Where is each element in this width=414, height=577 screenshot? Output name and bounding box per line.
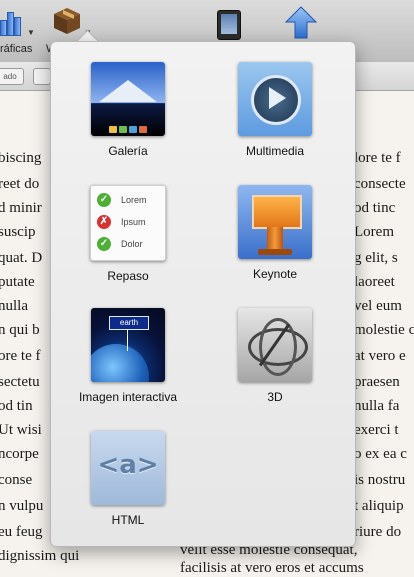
document-line-right: vel eum [354,298,402,314]
multimedia-icon [238,62,312,136]
html-code-glyph: <a> [97,450,159,480]
document-line-right: nulla fa [354,398,400,414]
document-line-left: suscip [0,224,36,240]
interactive-image-icon: earth [91,308,165,382]
document-line-left: od tin [0,398,33,414]
ipad-preview-icon[interactable] [217,10,241,40]
widget-interactive-image[interactable]: earth Imagen interactiva [68,308,188,404]
charts-dropdown-icon[interactable]: ▼ [27,28,35,37]
document-line-right: praesen [354,374,400,390]
widget-keynote[interactable]: Keynote [215,185,335,281]
format-option-button[interactable] [33,68,51,85]
document-line-left: reet do [0,176,40,192]
document-line-left: n qui b [0,322,40,338]
document-line-left: conse [0,472,33,488]
check-icon: ✓ [97,237,111,251]
widget-review[interactable]: ✓ Lorem ✗ Ipsum ✓ Dolor Repaso [68,185,188,283]
document-line-left: Ut wisi [0,422,42,438]
document-line-left: d minir [0,200,42,216]
widget-gallery[interactable]: Galería [68,62,188,158]
document-line-left: ore te f [0,348,41,364]
widget-review-label: Repaso [107,269,149,283]
document-line-right: laoreet [354,274,395,290]
cross-icon: ✗ [97,215,111,229]
review-icon: ✓ Lorem ✗ Ipsum ✓ Dolor [90,185,166,261]
widgets-popover: Galería Multimedia ✓ Lorem ✗ Ipsum ✓ Dolor … [50,41,356,547]
widget-multimedia[interactable]: Multimedia [215,62,335,158]
3d-icon [238,308,312,382]
document-line-right: consecte [354,176,406,192]
widget-html-label: HTML [111,513,145,527]
charts-label: ráficas [0,43,33,55]
document-line-left: putate [0,274,35,290]
widget-3d-label: 3D [267,390,283,404]
document-line-right: o ex ea c [354,446,407,462]
format-style-button[interactable]: ado [0,68,24,85]
check-icon: ✓ [97,193,111,207]
widget-gallery-label: Galería [108,144,148,158]
html-icon: <a> [91,431,165,505]
widget-html[interactable]: <a> HTML [68,431,188,527]
widgets-icon[interactable] [52,6,82,36]
document-line-left: ncorpe [0,446,39,462]
document-line-right: exerci t [354,422,399,438]
document-line-left: n vulpu [0,498,44,514]
review-row-2: Ipsum [121,217,146,227]
widget-interactive-image-label: Imagen interactiva [78,390,178,404]
document-line-right: g elit, s [354,250,398,266]
document-line-left: dignissim qui [0,548,80,564]
document-line-right: Lorem [354,224,394,240]
document-line-right: facilisis at vero eros et accums [180,560,364,576]
publish-arrow-icon[interactable] [284,6,318,40]
document-line-right: at vero e [354,348,406,364]
document-line-left: sectetu [0,374,40,390]
document-line-right: riure do [354,524,402,540]
document-line-left: quat. D [0,250,43,266]
document-line-left: eu feug [0,524,43,540]
widget-3d[interactable]: 3D [215,308,335,404]
keynote-icon [238,185,312,259]
document-line-right: od tinc [354,200,396,216]
document-line-right: molestie c [354,322,414,338]
document-line-left: biscing [0,150,42,166]
document-line-right: t aliquip [354,498,404,514]
widget-multimedia-label: Multimedia [245,144,305,158]
document-line-left: nulla [0,298,28,314]
document-line-right: lore te f [354,150,401,166]
gallery-icon [91,62,165,136]
interactive-image-tag: earth [109,316,149,330]
widget-keynote-label: Keynote [252,267,298,281]
review-row-3: Dolor [121,239,143,249]
review-row-1: Lorem [121,195,147,205]
charts-icon[interactable] [0,10,24,36]
document-line-right: is nostru [354,472,406,488]
